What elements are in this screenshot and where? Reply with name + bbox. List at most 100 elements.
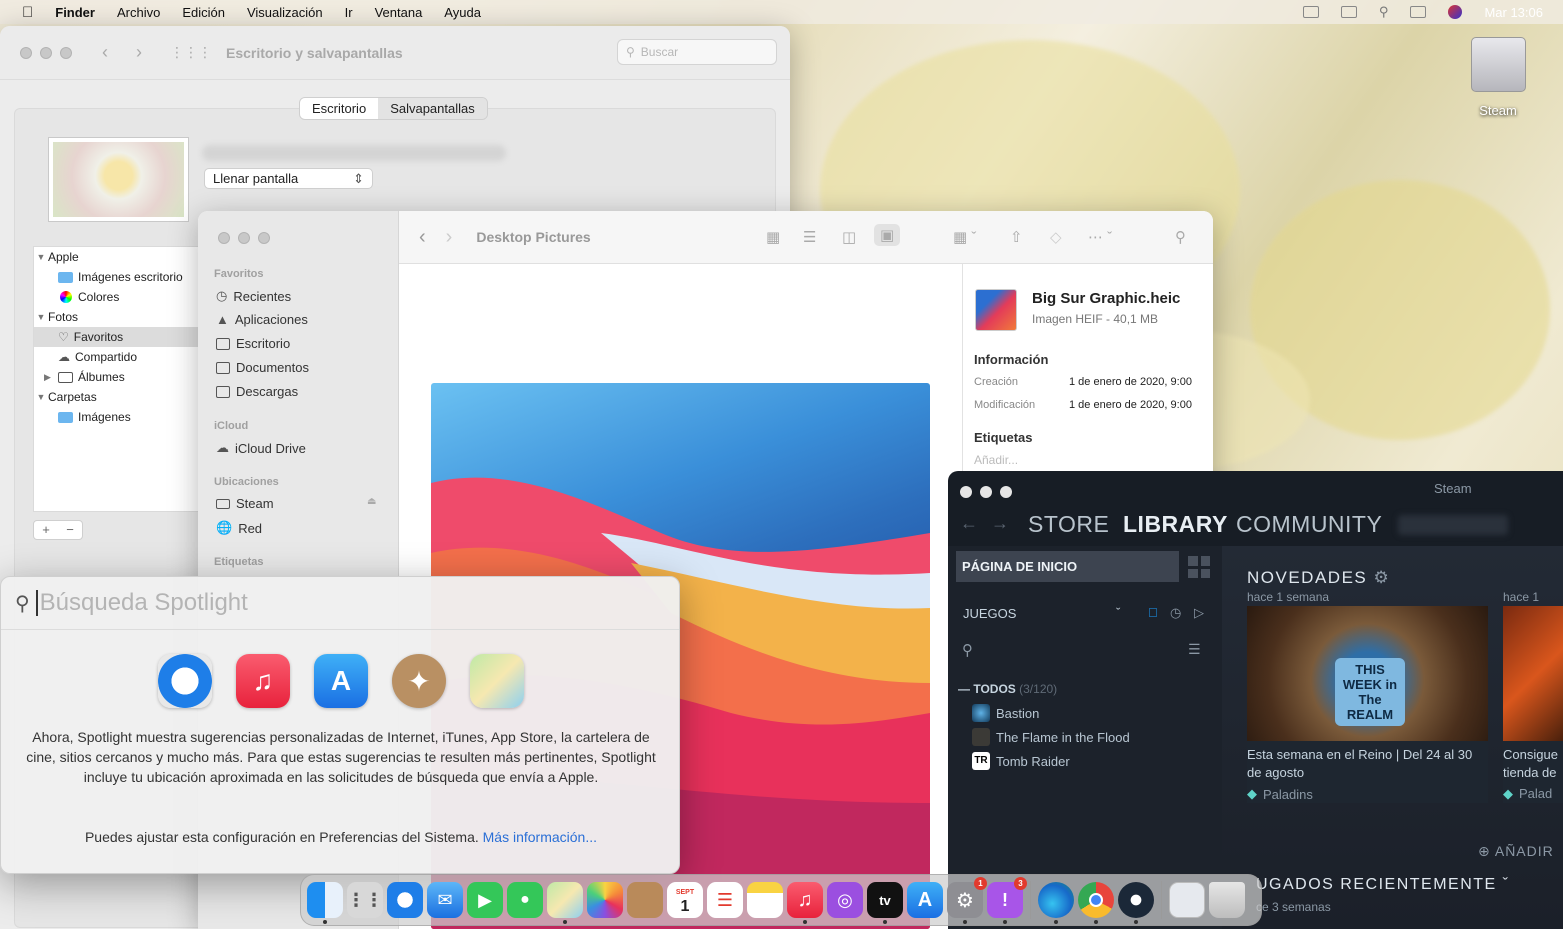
prefs-search-input[interactable]: ⚲ Buscar [617, 39, 777, 65]
fill-mode-select[interactable]: Llenar pantalla ⇕ [204, 168, 373, 189]
sidebar-item-steam[interactable]: Steam [216, 496, 274, 511]
dock-messages-icon[interactable]: ● [507, 882, 543, 918]
play-filter-icon[interactable]: ▷ [1194, 605, 1204, 621]
zoom-button[interactable] [258, 232, 270, 244]
dock-launchpad-icon[interactable]: ⋮⋮ [347, 882, 383, 918]
minimize-button[interactable] [980, 486, 992, 498]
game-row-bastion[interactable]: Bastion [972, 704, 1039, 722]
restaurants-icon[interactable]: ✦ [392, 654, 446, 708]
home-button[interactable]: PÁGINA DE INICIO [956, 551, 1179, 582]
dock-facetime-icon[interactable]: ▶ [467, 882, 503, 918]
dock-documents-stack-icon[interactable] [1169, 882, 1205, 918]
steam-disk-label[interactable]: Steam [1473, 103, 1523, 118]
sidebar-item-icloud-drive[interactable]: ☁ iCloud Drive [216, 440, 306, 456]
nav-community[interactable]: COMMUNITY [1236, 511, 1382, 538]
dock-chrome-icon[interactable] [1078, 882, 1114, 924]
share-icon[interactable]: ⇧ [1010, 228, 1023, 246]
close-button[interactable] [20, 46, 32, 59]
game-row-tomb-raider[interactable]: TR Tomb Raider [972, 752, 1070, 770]
search-icon[interactable]: ⚲ [1175, 228, 1186, 246]
dock-reminders-icon[interactable]: ☰ [707, 882, 743, 918]
dock-trash-icon[interactable] [1209, 882, 1245, 918]
music-icon[interactable]: ♫ [236, 654, 290, 708]
dock-finder-icon[interactable] [307, 882, 343, 924]
menu-ir[interactable]: Ir [345, 5, 353, 20]
recent-games-heading[interactable]: UGADOS RECIENTEMENTE ˇ [1256, 876, 1509, 894]
back-arrow-icon[interactable]: ← [960, 513, 978, 534]
news-card-paladins[interactable]: THIS WEEK in The REALM Esta semana en el… [1247, 606, 1488, 803]
sidebar-item-documentos[interactable]: Documentos [216, 360, 309, 375]
dock-music-icon[interactable]: ♫ [787, 882, 823, 924]
menu-ayuda[interactable]: Ayuda [444, 5, 481, 20]
forward-arrow-icon[interactable]: → [991, 513, 1009, 534]
menu-ventana[interactable]: Ventana [375, 5, 423, 20]
sidebar-item-recientes[interactable]: ◷ Recientes [216, 288, 291, 304]
gear-icon[interactable]: ⚙ [1373, 568, 1390, 587]
remove-folder-button[interactable]: − [58, 521, 82, 539]
dock-system-preferences-icon[interactable]: ⚙ 1 [947, 877, 987, 924]
dock-photos-icon[interactable] [587, 882, 623, 918]
nav-library[interactable]: LIBRARY [1123, 511, 1228, 538]
control-center-icon[interactable] [1410, 6, 1427, 18]
tree-item-carpetas[interactable]: ▼ Carpetas [34, 387, 198, 407]
back-icon[interactable]: ‹ [419, 226, 426, 249]
nav-store[interactable]: STORE [1028, 511, 1109, 538]
window-icon[interactable] [1340, 6, 1357, 18]
chevron-down-icon[interactable]: ▼ [34, 252, 48, 262]
siri-icon[interactable] [1448, 5, 1463, 19]
zoom-button[interactable] [1000, 486, 1012, 498]
tab-salvapantallas[interactable]: Salvapantallas [378, 98, 487, 119]
tree-item-fotos[interactable]: ▼ Fotos [34, 307, 198, 327]
tag-icon[interactable]: ◇ [1050, 228, 1062, 246]
minimize-button[interactable] [40, 46, 52, 59]
menu-clock[interactable]: Mar 13:06 [1484, 5, 1543, 20]
zoom-button[interactable] [60, 46, 72, 59]
recent-clock-icon[interactable]: ◷ [1170, 605, 1181, 621]
filter-sliders-icon[interactable]: ☰ [1188, 641, 1201, 658]
spotlight-menu-icon[interactable]: ⚲ [1379, 4, 1389, 20]
sidebar-item-escritorio[interactable]: Escritorio [216, 336, 290, 351]
screen-icon[interactable] [1302, 6, 1319, 18]
menu-visualizacion[interactable]: Visualización [247, 5, 323, 20]
add-shelf-button[interactable]: ⊕ AÑADIR [1478, 843, 1554, 860]
apple-menu-icon[interactable]:  [22, 4, 33, 21]
dock-tv-icon[interactable]: tv [867, 882, 903, 924]
tree-item-imagenes[interactable]: Imágenes [34, 407, 198, 427]
dock-app-store-icon[interactable]: A [907, 882, 943, 918]
grid-view-icon[interactable] [1188, 556, 1210, 578]
minimize-button[interactable] [238, 232, 250, 244]
add-folder-button[interactable]: + [34, 521, 58, 539]
dock-contacts-icon[interactable] [627, 882, 663, 918]
grid-icon[interactable]: ⋮⋮⋮ [170, 44, 212, 61]
forward-icon[interactable]: › [446, 226, 453, 249]
games-filter[interactable]: JUEGOS ˇ  ◷ ▷ [956, 601, 1211, 627]
collapse-icon[interactable]: — [958, 682, 970, 696]
app-store-icon[interactable]: A [314, 654, 368, 708]
wallpaper-thumbnail[interactable] [48, 137, 189, 222]
menu-app-name[interactable]: Finder [55, 5, 95, 20]
tree-item-compartido[interactable]: ☁ Compartido [34, 347, 198, 367]
menu-edicion[interactable]: Edición [182, 5, 225, 20]
eject-icon[interactable]: ⏏ [367, 496, 376, 507]
apple-filter-icon[interactable]:  [1148, 605, 1158, 620]
chevron-down-icon[interactable]: ˇ [1116, 605, 1120, 620]
chevron-right-icon[interactable]: ▶ [44, 372, 58, 383]
game-row-flame-in-the-flood[interactable]: The Flame in the Flood [972, 728, 1130, 746]
chevron-down-icon[interactable]: ▼ [34, 392, 48, 402]
dock-feedback-icon[interactable]: ! 3 [987, 877, 1027, 924]
chevron-down-icon[interactable]: ▼ [34, 312, 48, 322]
tree-item-favoritos[interactable]: ♡ Favoritos [34, 327, 198, 347]
tags-input[interactable]: Añadir... [974, 453, 1018, 467]
news-card-2[interactable]: Consigue tienda de ◆ Palad [1503, 606, 1563, 803]
dock-edge-icon[interactable] [1038, 882, 1074, 924]
safari-icon[interactable] [158, 654, 212, 708]
tree-item-apple[interactable]: ▼ Apple [34, 247, 198, 267]
username-blurred[interactable] [1398, 515, 1508, 535]
close-button[interactable] [218, 232, 230, 244]
column-view-icon[interactable]: ◫ [842, 228, 856, 246]
search-icon[interactable]: ⚲ [962, 641, 973, 659]
icon-view-icon[interactable]: ▦ [766, 228, 780, 246]
maps-icon[interactable] [470, 654, 524, 708]
sidebar-item-descargas[interactable]: Descargas [216, 384, 298, 399]
dock-podcasts-icon[interactable]: ◎ [827, 882, 863, 918]
